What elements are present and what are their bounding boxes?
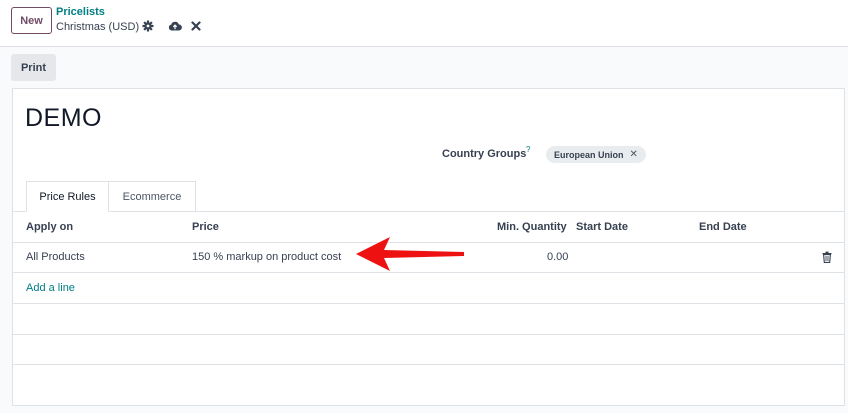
column-header-start-date[interactable]: Start Date: [576, 221, 628, 233]
tag-remove-icon[interactable]: ✕: [630, 149, 638, 160]
print-button[interactable]: Print: [11, 54, 56, 81]
pricelist-name[interactable]: DEMO: [25, 104, 102, 133]
cell-apply-on[interactable]: All Products: [26, 251, 85, 263]
breadcrumb-current: Christmas (USD): [56, 21, 140, 33]
column-header-min-quantity[interactable]: Min. Quantity: [497, 221, 567, 233]
country-groups-label: Country Groups: [442, 148, 527, 160]
column-header-end-date[interactable]: End Date: [699, 221, 747, 233]
breadcrumb-pricelists-link[interactable]: Pricelists: [56, 6, 105, 18]
add-a-line-link[interactable]: Add a line: [26, 282, 75, 294]
cell-price[interactable]: 150 % markup on product cost: [192, 251, 341, 263]
red-arrow-annotation: [356, 237, 464, 271]
new-button[interactable]: New: [11, 7, 52, 34]
gear-icon[interactable]: [142, 20, 154, 32]
column-header-price[interactable]: Price: [192, 221, 219, 233]
row-divider: [13, 334, 844, 335]
country-group-tag: European Union ✕: [546, 146, 646, 163]
country-groups-help-tooltip[interactable]: ?: [526, 145, 530, 154]
tab-price-rules[interactable]: Price Rules: [26, 181, 109, 212]
column-header-apply-on[interactable]: Apply on: [26, 221, 73, 233]
trash-icon[interactable]: [822, 251, 832, 263]
row-divider: [13, 364, 844, 365]
row-divider: [13, 303, 844, 304]
control-panel: New Pricelists Christmas (USD): [0, 0, 848, 47]
tab-ecommerce[interactable]: Ecommerce: [109, 181, 196, 212]
tag-label: European Union: [554, 149, 624, 160]
cloud-save-icon[interactable]: [168, 20, 182, 32]
cell-min-quantity[interactable]: 0.00: [547, 251, 568, 263]
discard-x-icon[interactable]: [191, 20, 201, 32]
